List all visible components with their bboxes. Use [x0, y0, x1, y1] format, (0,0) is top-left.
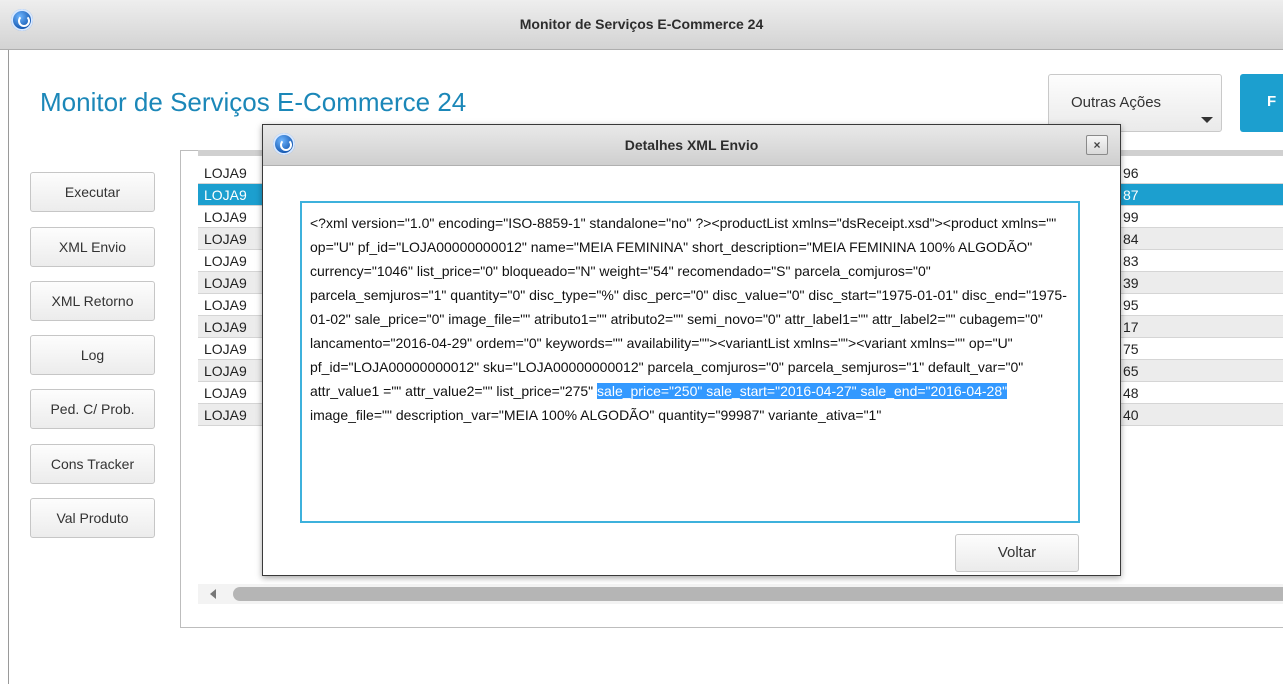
cell-store: LOJA9 [204, 297, 247, 313]
xml-selected-text: sale_price="250" sale_start="2016-04-27"… [597, 383, 1008, 399]
cell-value: 87 [1123, 187, 1139, 203]
horizontal-scrollbar[interactable] [198, 584, 1283, 604]
xml-textarea[interactable]: <?xml version="1.0" encoding="ISO-8859-1… [300, 201, 1080, 523]
tracker-button[interactable]: Cons Tracker [30, 444, 155, 484]
scrollbar-thumb[interactable] [233, 587, 1283, 601]
cell-store: LOJA9 [204, 253, 247, 269]
dialog-title: Detalhes XML Envio [624, 137, 759, 153]
cell-value: 65 [1123, 363, 1139, 379]
cell-value: 96 [1123, 165, 1139, 181]
cell-value: 83 [1123, 253, 1139, 269]
cell-store: LOJA9 [204, 231, 247, 247]
xml-send-button[interactable]: XML Envio [30, 227, 155, 267]
cell-store: LOJA9 [204, 385, 247, 401]
validate-product-button[interactable]: Val Produto [30, 498, 155, 538]
window-title: Monitor de Serviços E-Commerce 24 [519, 16, 764, 32]
other-actions-label: Outras Ações [1071, 94, 1162, 111]
cell-store: LOJA9 [204, 341, 247, 357]
xml-return-button[interactable]: XML Retorno [30, 281, 155, 321]
chevron-down-icon [1201, 117, 1213, 123]
cell-store: LOJA9 [204, 275, 247, 291]
cell-value: 99 [1123, 209, 1139, 225]
back-button[interactable]: Voltar [955, 534, 1079, 572]
cell-store: LOJA9 [204, 165, 247, 181]
cell-value: 40 [1123, 407, 1139, 423]
window-title-bar: Monitor de Serviços E-Commerce 24 [0, 0, 1283, 50]
xml-text: <?xml version="1.0" encoding="ISO-8859-1… [310, 215, 1067, 399]
cell-store: LOJA9 [204, 407, 247, 423]
cell-store: LOJA9 [204, 187, 247, 203]
xml-text-end: image_file="" description_var="MEIA 100%… [310, 407, 882, 423]
xml-details-dialog: Detalhes XML Envio × <?xml version="1.0"… [262, 124, 1121, 576]
cell-store: LOJA9 [204, 319, 247, 335]
cell-value: 48 [1123, 385, 1139, 401]
problem-orders-button[interactable]: Ped. C/ Prob. [30, 389, 155, 429]
execute-button[interactable]: Executar [30, 172, 155, 212]
log-button[interactable]: Log [30, 335, 155, 375]
page-title: Monitor de Serviços E-Commerce 24 [40, 87, 467, 117]
cell-value: 39 [1123, 275, 1139, 291]
cell-store: LOJA9 [204, 209, 247, 225]
cell-value: 95 [1123, 297, 1139, 313]
primary-action-label: F [1267, 93, 1277, 110]
close-icon[interactable]: × [1086, 135, 1108, 155]
window-left-border [0, 50, 9, 684]
cell-store: LOJA9 [204, 363, 247, 379]
primary-action-button[interactable]: F [1240, 74, 1283, 132]
scroll-left-icon[interactable] [210, 589, 216, 599]
cell-value: 17 [1123, 319, 1139, 335]
dialog-title-bar: Detalhes XML Envio × [263, 125, 1120, 166]
cell-value: 84 [1123, 231, 1139, 247]
cell-value: 75 [1123, 341, 1139, 357]
